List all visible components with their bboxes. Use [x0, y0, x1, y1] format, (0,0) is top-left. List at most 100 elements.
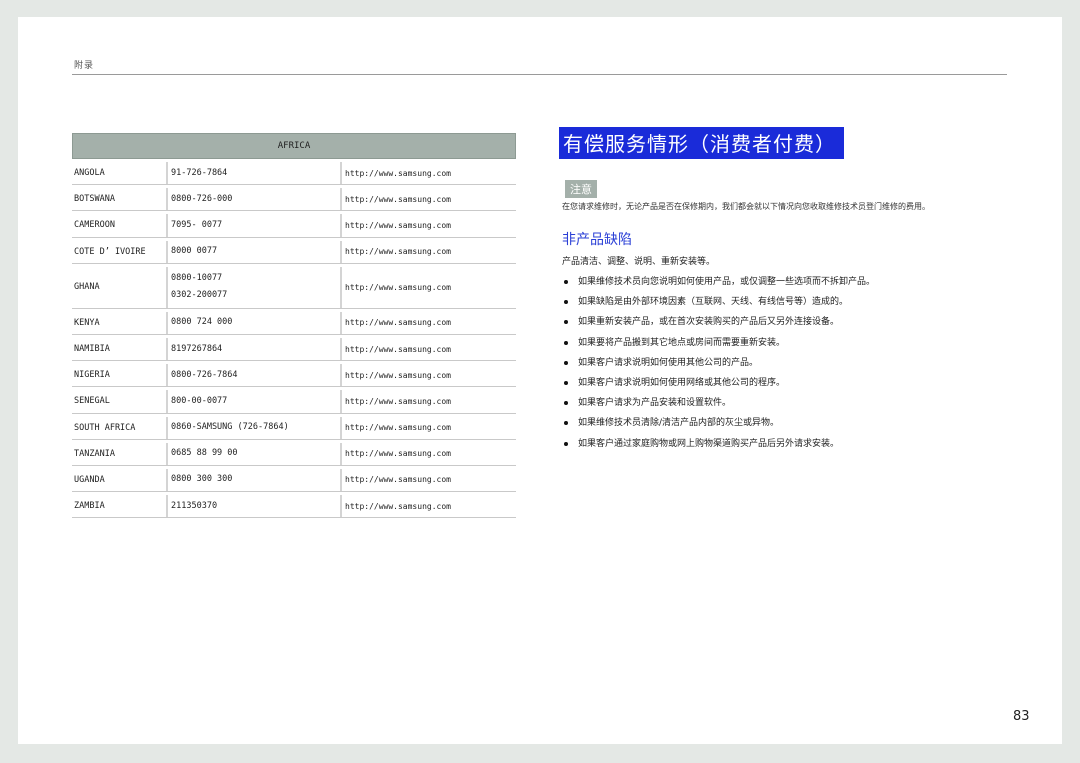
section-header-label: 附录	[74, 61, 95, 71]
list-item: 如果客户请求说明如何使用其他公司的产品。	[562, 353, 875, 373]
table-row: NIGERIA 0800-726-7864 http://www.samsung.c…	[72, 364, 516, 388]
bullet-dot-icon	[564, 401, 568, 406]
africa-contact-table: AFRICA ANGOLA 91-726-7864 http://www.samsu…	[72, 133, 516, 519]
subheading: 非产品缺陷	[562, 232, 632, 248]
phone-number: 0302-200077	[171, 290, 228, 301]
website-cell[interactable]: http://www.samsung.com	[342, 390, 516, 413]
country-cell: SOUTH AFRICA	[72, 416, 168, 439]
table-row: CAMEROON 7095- 0077 http://www.samsung.com	[72, 214, 516, 238]
list-item: 如果客户请求说明如何使用网络或其他公司的程序。	[562, 373, 875, 393]
country-cell: NIGERIA	[72, 364, 168, 387]
phone-number: 0800 724 000	[171, 317, 233, 328]
phone-number: 0860-SAMSUNG (726-7864)	[171, 422, 289, 433]
bullet-dot-icon	[564, 381, 568, 386]
phone-cell: 0800-726-7864	[168, 364, 342, 387]
phone-cell: 8000 0077	[168, 240, 342, 263]
bullet-dot-icon	[564, 421, 568, 426]
website-cell[interactable]: http://www.samsung.com	[342, 442, 516, 465]
note-text: 在您请求维修时，无论产品是否在保修期内，我们都会就以下情况向您收取维修技术员登门…	[562, 202, 930, 211]
header-divider	[72, 74, 1007, 75]
bullet-dot-icon	[564, 360, 568, 365]
table-row: TANZANIA 0685 88 99 00 http://www.samsung.…	[72, 442, 516, 466]
intro-line: 产品清洁、调整、说明、重新安装等。	[562, 257, 716, 267]
bullet-dot-icon	[564, 320, 568, 325]
table-row: UGANDA 0800 300 300 http://www.samsung.com	[72, 468, 516, 493]
note-badge: 注意	[565, 180, 597, 198]
list-item-text: 如果客户请求说明如何使用网络或其他公司的程序。	[578, 378, 786, 389]
phone-cell: 0800-10077 0302-200077	[168, 266, 342, 308]
table-row: KENYA 0800 724 000 http://www.samsung.com	[72, 311, 516, 335]
website-cell[interactable]: http://www.samsung.com	[342, 416, 516, 439]
document-page: 附录 AFRICA ANGOLA 91-726-7864 http://www.sa…	[18, 17, 1062, 744]
list-item-text: 如果缺陷是由外部环境因素（互联网、天线、有线信号等）造成的。	[578, 297, 849, 308]
list-item-text: 如果客户请求为产品安装和设置软件。	[578, 398, 732, 409]
phone-number: 0800-726-000	[171, 193, 233, 204]
list-item-text: 如果维修技术员向您说明如何使用产品，或仅调整一些选项而不拆卸产品。	[578, 277, 876, 288]
website-cell[interactable]: http://www.samsung.com	[342, 364, 516, 387]
phone-number: 800-00-0077	[171, 395, 228, 406]
bullet-dot-icon	[564, 441, 568, 446]
list-item: 如果维修技术员清除/清洁产品内部的灰尘或异物。	[562, 413, 875, 433]
phone-number: 0800-10077	[171, 273, 223, 284]
country-cell: ZAMBIA	[72, 495, 168, 518]
country-cell: GHANA	[72, 266, 168, 308]
phone-cell: 0800 724 000	[168, 311, 342, 334]
phone-cell: 7095- 0077	[168, 214, 342, 237]
list-item: 如果客户通过家庭购物或网上购物渠道购买产品后另外请求安装。	[562, 434, 875, 454]
table-row: GHANA 0800-10077 0302-200077 http://www.sam…	[72, 266, 516, 309]
list-item: 如果缺陷是由外部环境因素（互联网、天线、有线信号等）造成的。	[562, 292, 875, 312]
website-cell[interactable]: http://www.samsung.com	[342, 311, 516, 334]
website-cell[interactable]: http://www.samsung.com	[342, 266, 516, 308]
table-row: BOTSWANA 0800-726-000 http://www.samsung.c…	[72, 188, 516, 212]
bullet-dot-icon	[564, 280, 568, 285]
table-row: SENEGAL 800-00-0077 http://www.samsung.com	[72, 390, 516, 414]
table-row: SOUTH AFRICA 0860-SAMSUNG (726-7864) http:…	[72, 416, 516, 440]
phone-number: 0800-726-7864	[171, 369, 238, 380]
website-cell[interactable]: http://www.samsung.com	[342, 162, 516, 185]
list-item: 如果重新安装产品，或在首次安装购买的产品后又另外连接设备。	[562, 312, 875, 332]
phone-cell: 0860-SAMSUNG (726-7864)	[168, 416, 342, 439]
list-item-text: 如果客户请求说明如何使用其他公司的产品。	[578, 357, 759, 368]
list-item: 如果要将产品搬到其它地点或房间而需要重新安装。	[562, 333, 875, 353]
bullet-dot-icon	[564, 340, 568, 345]
phone-number: 0685 88 99 00	[171, 448, 238, 459]
country-cell: SENEGAL	[72, 390, 168, 413]
country-cell: CAMEROON	[72, 214, 168, 237]
list-item: 如果客户请求为产品安装和设置软件。	[562, 393, 875, 413]
website-cell[interactable]: http://www.samsung.com	[342, 240, 516, 263]
list-item-text: 如果客户通过家庭购物或网上购物渠道购买产品后另外请求安装。	[578, 438, 840, 449]
page-number: 83	[1013, 709, 1030, 724]
phone-cell: 0800 300 300	[168, 468, 342, 492]
country-cell: BOTSWANA	[72, 188, 168, 211]
phone-cell: 0685 88 99 00	[168, 442, 342, 465]
table-title: AFRICA	[72, 133, 516, 159]
website-cell[interactable]: http://www.samsung.com	[342, 468, 516, 492]
website-cell[interactable]: http://www.samsung.com	[342, 337, 516, 361]
phone-cell: 800-00-0077	[168, 390, 342, 413]
country-cell: NAMIBIA	[72, 337, 168, 361]
list-item: 如果维修技术员向您说明如何使用产品，或仅调整一些选项而不拆卸产品。	[562, 272, 875, 292]
country-cell: UGANDA	[72, 468, 168, 492]
website-cell[interactable]: http://www.samsung.com	[342, 214, 516, 237]
website-cell[interactable]: http://www.samsung.com	[342, 495, 516, 518]
phone-cell: 0800-726-000	[168, 188, 342, 211]
phone-number: 211350370	[171, 500, 218, 511]
country-cell: ANGOLA	[72, 162, 168, 185]
section-title: 有偿服务情形（消费者付费）	[559, 127, 844, 159]
list-item-text: 如果重新安装产品，或在首次安装购买的产品后又另外连接设备。	[578, 317, 840, 328]
table-body: ANGOLA 91-726-7864 http://www.samsung.com B…	[72, 162, 516, 519]
country-cell: COTE D’ IVOIRE	[72, 240, 168, 263]
phone-number: 7095- 0077	[171, 219, 223, 230]
phone-number: 8197267864	[171, 343, 223, 354]
table-row: ZAMBIA 211350370 http://www.samsung.com	[72, 495, 516, 519]
list-item-text: 如果要将产品搬到其它地点或房间而需要重新安装。	[578, 337, 786, 348]
phone-number: 91-726-7864	[171, 167, 228, 178]
phone-number: 0800 300 300	[171, 474, 233, 485]
website-cell[interactable]: http://www.samsung.com	[342, 188, 516, 211]
table-row: ANGOLA 91-726-7864 http://www.samsung.com	[72, 162, 516, 186]
phone-number: 8000 0077	[171, 246, 218, 257]
country-cell: KENYA	[72, 311, 168, 334]
bullet-dot-icon	[564, 300, 568, 305]
list-item-text: 如果维修技术员清除/清洁产品内部的灰尘或异物。	[578, 418, 780, 429]
country-cell: TANZANIA	[72, 442, 168, 465]
